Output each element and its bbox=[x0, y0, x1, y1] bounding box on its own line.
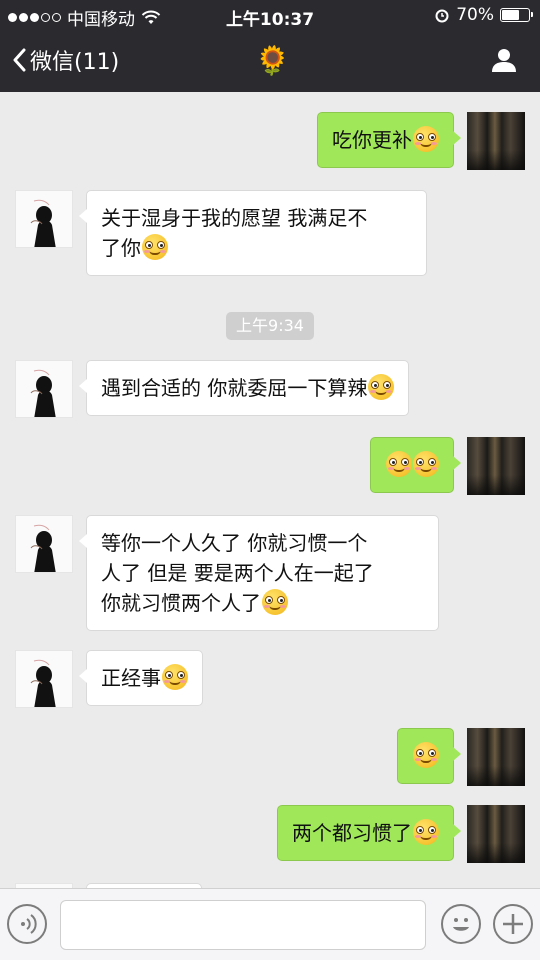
voice-icon bbox=[21, 914, 37, 934]
message-bubble-outgoing[interactable] bbox=[370, 437, 461, 493]
status-bar: 中国移动 上午10:37 70% bbox=[0, 0, 540, 30]
sunflower-icon: 🌻 bbox=[255, 44, 290, 77]
top-bar: 中国移动 上午10:37 70% 微信(11) 🌻 bbox=[0, 0, 540, 92]
message-text: 两个都习惯了 bbox=[292, 821, 412, 845]
contact-avatar[interactable] bbox=[15, 515, 73, 573]
input-bar bbox=[0, 888, 540, 960]
nav-bar: 微信(11) 🌻 bbox=[0, 30, 540, 92]
grin-emoji-icon bbox=[142, 234, 168, 260]
contact-avatar[interactable] bbox=[15, 190, 73, 248]
message-text-line: 你就习惯两个人了 bbox=[101, 591, 261, 615]
my-avatar[interactable] bbox=[467, 437, 525, 495]
my-avatar[interactable] bbox=[467, 805, 525, 863]
chevron-left-icon bbox=[13, 48, 26, 72]
contact-avatar[interactable] bbox=[15, 360, 73, 418]
status-right: 70% bbox=[434, 5, 533, 25]
emoji-button[interactable] bbox=[441, 904, 481, 944]
message-text-line: 关于湿身于我的愿望 我满足不 bbox=[101, 206, 368, 230]
message-bubble-outgoing[interactable] bbox=[397, 728, 461, 784]
message-bubble-incoming[interactable]: 遇到合适的 你就委屈一下算辣 bbox=[78, 360, 410, 416]
contact-avatar[interactable] bbox=[15, 650, 73, 708]
grin-emoji-icon bbox=[413, 126, 439, 152]
message-text: 遇到合适的 你就委屈一下算辣 bbox=[101, 376, 368, 400]
more-button[interactable] bbox=[493, 904, 533, 944]
message-bubble-outgoing[interactable]: 吃你更补 bbox=[317, 112, 461, 168]
message-text-line: 人了 但是 要是两个人在一起了 bbox=[101, 561, 374, 585]
my-avatar[interactable] bbox=[467, 112, 525, 170]
battery-icon bbox=[500, 8, 533, 22]
message-text: 正经事 bbox=[101, 666, 161, 690]
chat-area: 吃你更补 关于湿身于我的愿望 我满足不 了你 上午9:34 遇到合适的 你就委屈… bbox=[0, 92, 540, 888]
contact-avatar-figure-icon bbox=[30, 199, 56, 247]
message-bubble-outgoing[interactable]: 两个都习惯了 bbox=[277, 805, 461, 861]
emoji-icon bbox=[453, 918, 469, 931]
grin-emoji-icon bbox=[413, 451, 439, 477]
message-text-line: 了你 bbox=[101, 236, 141, 260]
plus-icon bbox=[503, 914, 523, 934]
contact-avatar-figure-icon bbox=[30, 659, 56, 707]
grin-emoji-icon bbox=[368, 374, 395, 400]
grin-emoji-icon bbox=[262, 589, 288, 615]
timestamp-divider: 上午9:34 bbox=[226, 312, 314, 340]
contact-avatar-figure-icon bbox=[30, 369, 56, 417]
message-bubble-incoming[interactable]: 关于湿身于我的愿望 我满足不 了你 bbox=[79, 190, 427, 276]
message-text-line: 等你一个人久了 你就习惯一个 bbox=[101, 531, 368, 555]
message-input[interactable] bbox=[60, 900, 426, 950]
message-text: 吃你更补 bbox=[332, 128, 412, 152]
message-bubble-incoming[interactable]: 等你一个人久了 你就习惯一个 人了 但是 要是两个人在一起了 你就习惯两个人了 bbox=[79, 515, 439, 631]
grin-emoji-icon bbox=[413, 819, 439, 845]
alarm-icon bbox=[435, 9, 449, 23]
back-button[interactable]: 微信(11) bbox=[12, 44, 119, 76]
back-label: 微信(11) bbox=[30, 50, 120, 75]
grin-emoji-icon bbox=[386, 451, 412, 477]
contact-avatar-figure-icon bbox=[30, 524, 56, 572]
battery-percent: 70% bbox=[456, 5, 494, 25]
my-avatar[interactable] bbox=[467, 728, 525, 786]
message-bubble-incoming[interactable]: 正经事 bbox=[79, 650, 203, 706]
grin-emoji-icon bbox=[162, 664, 188, 690]
profile-icon[interactable] bbox=[490, 46, 518, 74]
grin-emoji-icon bbox=[413, 742, 439, 768]
voice-button[interactable] bbox=[7, 904, 47, 944]
